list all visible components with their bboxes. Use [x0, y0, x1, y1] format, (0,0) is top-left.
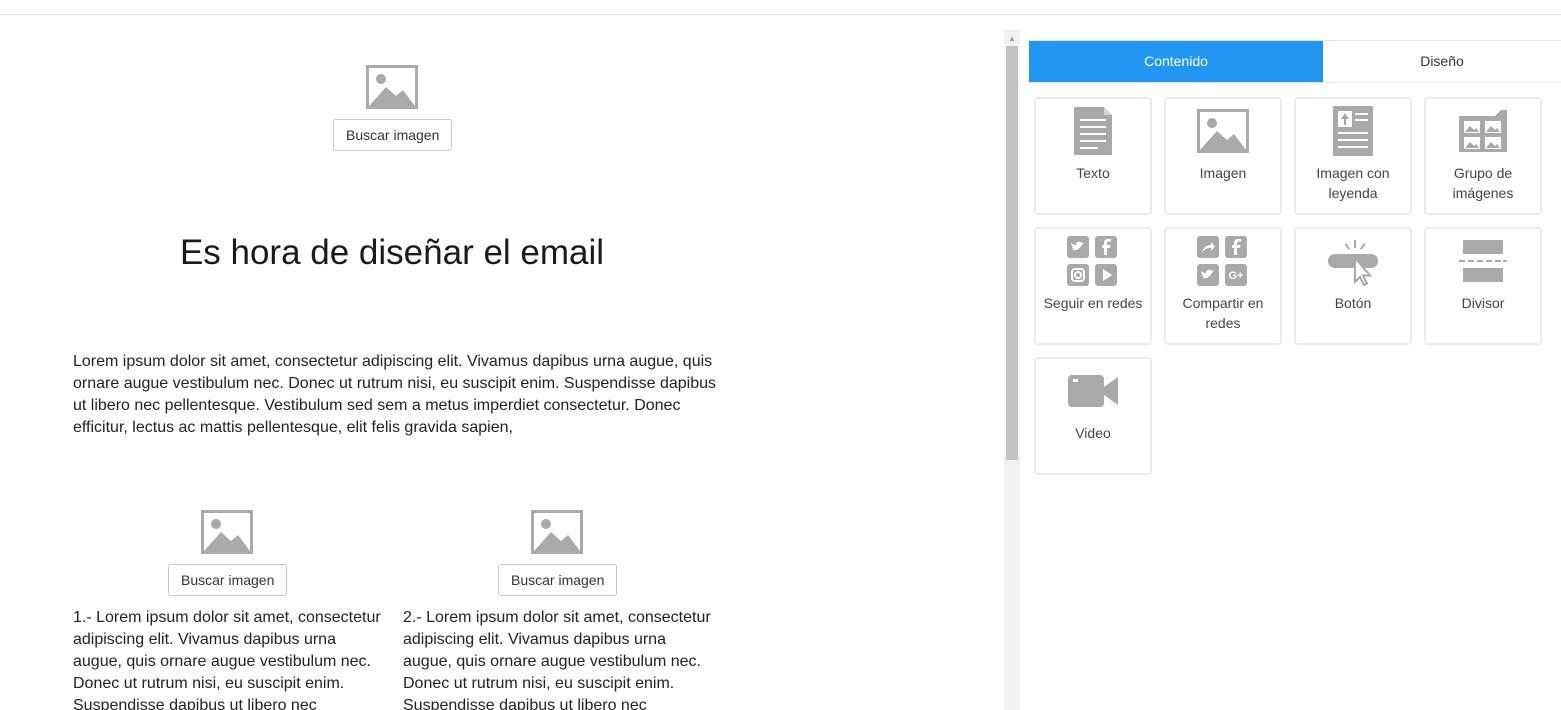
- divider-icon: [1426, 235, 1540, 287]
- search-image-button[interactable]: Buscar imagen: [333, 119, 453, 151]
- video-camera-icon: [1036, 365, 1150, 417]
- image-icon: [1166, 105, 1280, 157]
- block-image[interactable]: Imagen: [1164, 97, 1282, 215]
- image-placeholder-icon: [201, 510, 253, 554]
- block-social-share[interactable]: G+ Compartir en redes: [1164, 227, 1282, 345]
- image-placeholder-icon: [366, 65, 418, 109]
- panel-tabs: Contenido Diseño: [1029, 40, 1561, 83]
- button-click-icon: [1296, 235, 1410, 287]
- block-social-follow[interactable]: Seguir en redes: [1034, 227, 1152, 345]
- search-image-button[interactable]: Buscar imagen: [168, 564, 288, 596]
- block-label: Botón: [1334, 295, 1372, 311]
- social-share-icon: G+: [1166, 235, 1280, 287]
- social-follow-icon: [1036, 235, 1150, 287]
- block-label: Texto: [1076, 165, 1110, 181]
- scroll-up-arrow-icon[interactable]: ▲: [1004, 30, 1020, 46]
- tab-contenido[interactable]: Contenido: [1029, 41, 1323, 82]
- block-label: Seguir en redes: [1043, 295, 1143, 311]
- block-image-group[interactable]: Grupo de imágenes: [1424, 97, 1542, 215]
- image-placeholder-icon: [531, 510, 583, 554]
- block-label: Compartir en redes: [1182, 295, 1264, 331]
- email-headline[interactable]: Es hora de diseñar el email: [72, 233, 712, 273]
- image-with-caption-icon: [1296, 105, 1410, 157]
- content-panel: Contenido Diseño Texto Imagen Imagen con…: [1020, 30, 1561, 710]
- block-video[interactable]: Video: [1034, 357, 1152, 475]
- canvas-scrollbar[interactable]: ▲: [1004, 30, 1020, 710]
- column-text-right[interactable]: 2.- Lorem ipsum dolor sit amet, consecte…: [403, 607, 718, 710]
- svg-text:G+: G+: [1229, 270, 1244, 282]
- block-label: Video: [1075, 425, 1111, 441]
- block-image-caption[interactable]: Imagen con leyenda: [1294, 97, 1412, 215]
- email-canvas: Buscar imagen Es hora de diseñar el emai…: [0, 15, 1004, 710]
- block-label: Grupo de imágenes: [1452, 165, 1514, 201]
- block-button[interactable]: Botón: [1294, 227, 1412, 345]
- block-label: Imagen: [1199, 165, 1247, 181]
- column-text-left[interactable]: 1.- Lorem ipsum dolor sit amet, consecte…: [73, 607, 388, 710]
- search-image-button[interactable]: Buscar imagen: [498, 564, 618, 596]
- email-body-text[interactable]: Lorem ipsum dolor sit amet, consectetur …: [73, 351, 718, 439]
- block-label: Divisor: [1461, 295, 1505, 311]
- text-document-icon: [1036, 105, 1150, 157]
- image-group-icon: [1426, 105, 1540, 157]
- scrollbar-thumb[interactable]: [1006, 46, 1018, 460]
- block-label: Imagen con leyenda: [1316, 165, 1390, 201]
- block-text[interactable]: Texto: [1034, 97, 1152, 215]
- block-divider[interactable]: Divisor: [1424, 227, 1542, 345]
- tab-diseno[interactable]: Diseño: [1323, 41, 1561, 82]
